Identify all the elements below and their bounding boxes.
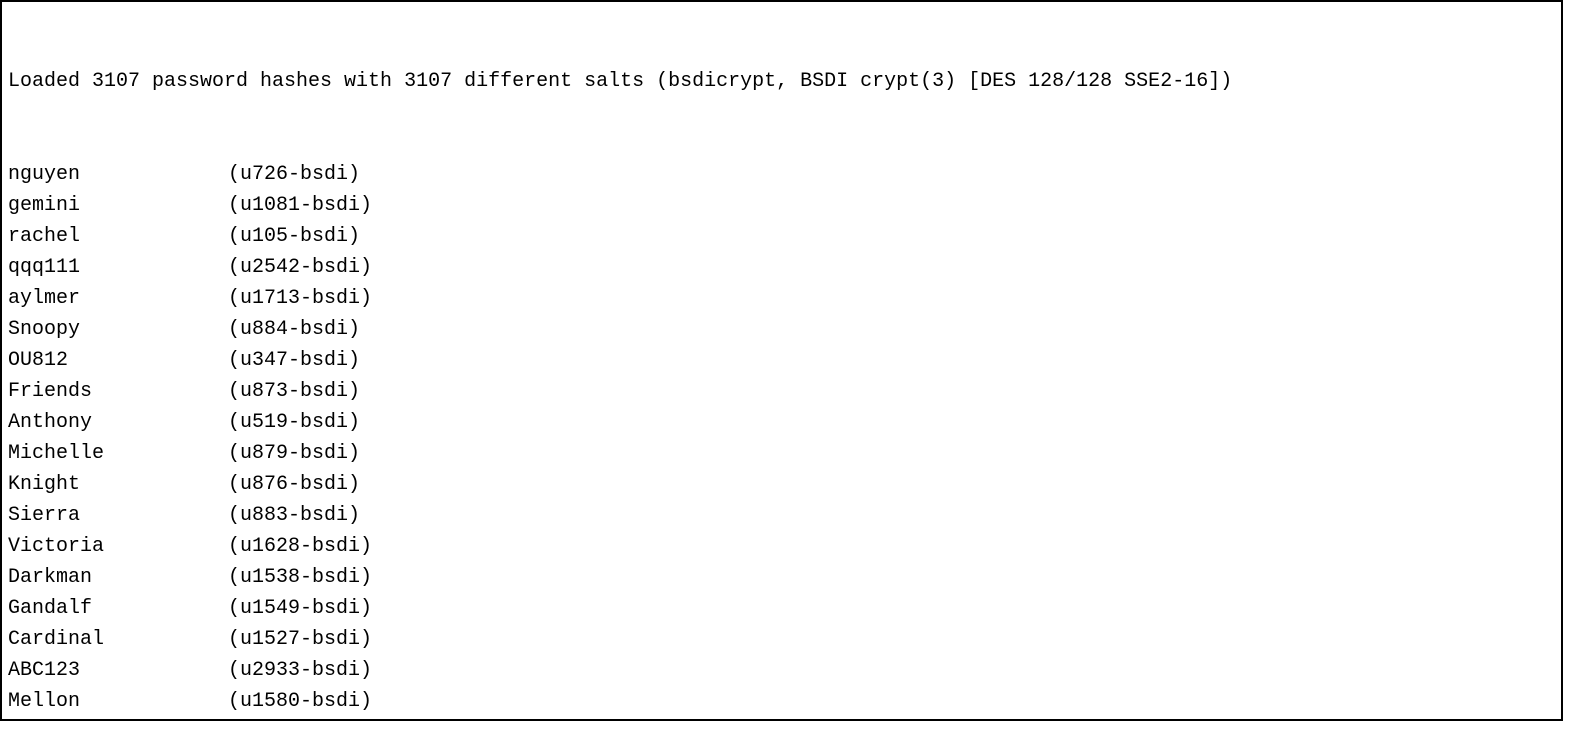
cracked-row: Snoopy(u884-bsdi) — [8, 314, 1555, 345]
cracked-username: (u1713-bsdi) — [228, 283, 1555, 314]
cracked-username: (u1628-bsdi) — [228, 531, 1555, 562]
cracked-password: Victoria — [8, 531, 228, 562]
cracked-row: qqq111(u2542-bsdi) — [8, 252, 1555, 283]
cracked-username: (u879-bsdi) — [228, 438, 1555, 469]
cracked-password: rachel — [8, 221, 228, 252]
cracked-password: Friends — [8, 376, 228, 407]
cracked-username: (u1538-bsdi) — [228, 562, 1555, 593]
cracked-password: OU812 — [8, 345, 228, 376]
cracked-password: nguyen — [8, 159, 228, 190]
cracked-row: Darkman(u1538-bsdi) — [8, 562, 1555, 593]
cracked-username: (u876-bsdi) — [228, 469, 1555, 500]
cracked-username: (u519-bsdi) — [228, 407, 1555, 438]
cracked-password: Sidekick — [8, 717, 228, 721]
cracked-username: (u884-bsdi) — [228, 314, 1555, 345]
cracked-password: Knight — [8, 469, 228, 500]
cracked-username: (u1549-bsdi) — [228, 593, 1555, 624]
cracked-username: (u883-bsdi) — [228, 500, 1555, 531]
cracked-password: qqq111 — [8, 252, 228, 283]
cracked-username: (u1580-bsdi) — [228, 686, 1555, 717]
cracked-username: (u726-bsdi) — [228, 159, 1555, 190]
cracked-password: gemini — [8, 190, 228, 221]
cracked-row: Victoria(u1628-bsdi) — [8, 531, 1555, 562]
cracked-password: Snoopy — [8, 314, 228, 345]
cracked-row: Cardinal(u1527-bsdi) — [8, 624, 1555, 655]
cracked-username: (u2933-bsdi) — [228, 655, 1555, 686]
cracked-row: ABC123(u2933-bsdi) — [8, 655, 1555, 686]
cracked-username: (u873-bsdi) — [228, 376, 1555, 407]
cracked-row: nguyen(u726-bsdi) — [8, 159, 1555, 190]
cracked-password-list: nguyen(u726-bsdi)gemini(u1081-bsdi)rache… — [8, 159, 1555, 721]
cracked-username: (u1611-bsdi) — [228, 717, 1555, 721]
cracked-row: Michelle(u879-bsdi) — [8, 438, 1555, 469]
cracked-password: ABC123 — [8, 655, 228, 686]
cracked-row: gemini(u1081-bsdi) — [8, 190, 1555, 221]
cracked-username: (u105-bsdi) — [228, 221, 1555, 252]
cracked-row: Friends(u873-bsdi) — [8, 376, 1555, 407]
terminal-output[interactable]: Loaded 3107 password hashes with 3107 di… — [0, 0, 1563, 721]
cracked-password: Gandalf — [8, 593, 228, 624]
cracked-username: (u347-bsdi) — [228, 345, 1555, 376]
cracked-row: Anthony(u519-bsdi) — [8, 407, 1555, 438]
cracked-row: Sierra(u883-bsdi) — [8, 500, 1555, 531]
header-line: Loaded 3107 password hashes with 3107 di… — [8, 66, 1555, 97]
cracked-row: Mellon(u1580-bsdi) — [8, 686, 1555, 717]
cracked-password: Cardinal — [8, 624, 228, 655]
cracked-username: (u2542-bsdi) — [228, 252, 1555, 283]
cracked-row: rachel(u105-bsdi) — [8, 221, 1555, 252]
cracked-row: aylmer(u1713-bsdi) — [8, 283, 1555, 314]
cracked-row: Sidekick(u1611-bsdi) — [8, 717, 1555, 721]
cracked-password: Michelle — [8, 438, 228, 469]
cracked-password: aylmer — [8, 283, 228, 314]
cracked-password: Anthony — [8, 407, 228, 438]
cracked-password: Darkman — [8, 562, 228, 593]
cracked-password: Sierra — [8, 500, 228, 531]
cracked-row: OU812(u347-bsdi) — [8, 345, 1555, 376]
cracked-row: Gandalf(u1549-bsdi) — [8, 593, 1555, 624]
cracked-password: Mellon — [8, 686, 228, 717]
cracked-row: Knight(u876-bsdi) — [8, 469, 1555, 500]
cracked-username: (u1527-bsdi) — [228, 624, 1555, 655]
cracked-username: (u1081-bsdi) — [228, 190, 1555, 221]
